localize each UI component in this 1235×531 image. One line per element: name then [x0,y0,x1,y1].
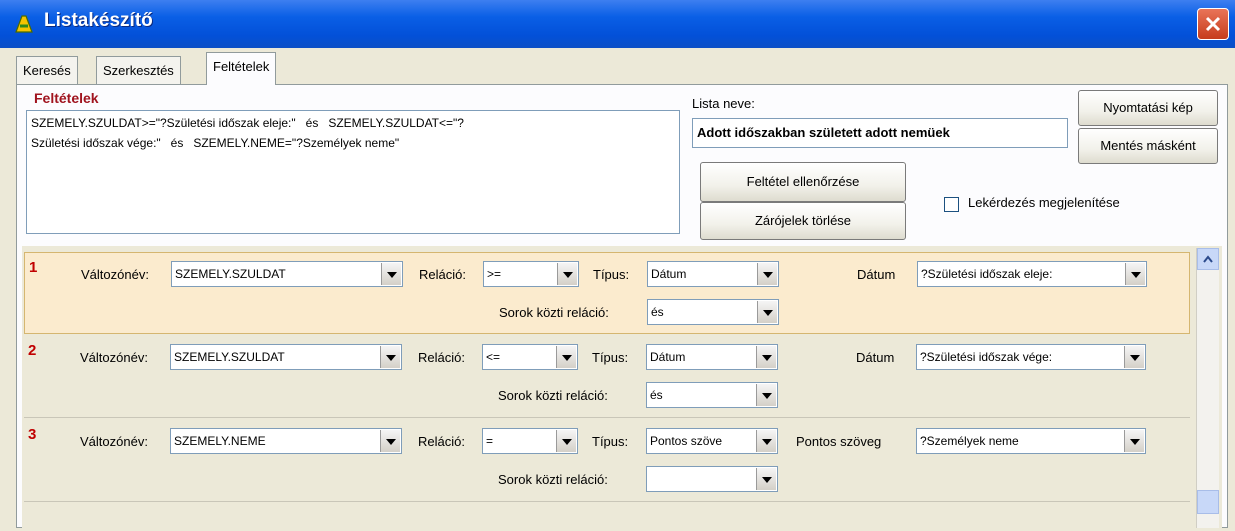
dropdown-arrow-icon[interactable] [1125,263,1145,285]
row-number: 2 [28,342,37,359]
criteria-textarea[interactable]: SZEMELY.SZULDAT>="?Születési időszak ele… [26,110,680,234]
dropdown-arrow-icon[interactable] [757,301,777,323]
close-button[interactable] [1197,8,1229,40]
scroll-up-button[interactable] [1197,248,1219,270]
check-condition-button[interactable]: Feltétel ellenőrzése [700,162,906,202]
dropdown-arrow-icon[interactable] [1124,346,1144,368]
row-relation-combo[interactable]: és [647,299,779,325]
value-combo[interactable]: ?Születési időszak eleje: [917,261,1147,287]
relation-combo[interactable]: >= [483,261,579,287]
dropdown-arrow-icon[interactable] [756,430,776,452]
list-builder-window: Listakészítő Keresés Szerkesztés Feltéte… [0,0,1235,531]
value-text: ?Személyek neme [920,434,1019,448]
value-label: Pontos szöveg [796,434,882,449]
tab-search[interactable]: Keresés [16,56,78,84]
row-relation-combo[interactable] [646,466,778,492]
vertical-scrollbar[interactable] [1196,248,1219,528]
type-combo[interactable]: Pontos szöve [646,428,778,454]
dropdown-arrow-icon[interactable] [380,430,400,452]
window-title: Listakészítő [44,10,153,31]
app-icon [15,15,33,33]
print-preview-button[interactable]: Nyomtatási kép [1078,90,1218,126]
relation-value: = [486,434,494,448]
tab-conditions[interactable]: Feltételek [206,52,277,85]
conditions-group-title: Feltételek [32,90,101,106]
type-combo[interactable]: Dátum [646,344,778,370]
variable-value: SZEMELY.SZULDAT [174,350,285,364]
relation-label: Reláció: [418,434,465,449]
row-relation-label: Sorok közti reláció: [498,472,608,487]
value-combo[interactable]: ?Születési időszak vége: [916,344,1146,370]
dropdown-arrow-icon[interactable] [557,263,577,285]
tab-edit[interactable]: Szerkesztés [96,56,181,84]
type-value: Pontos szöve [650,434,723,448]
row-relation-value: és [650,388,663,402]
type-value: Dátum [651,267,687,281]
tab-search-label: Keresés [23,63,71,78]
condition-row-1: 1 Változónév: SZEMELY.SZULDAT Reláció: >… [24,252,1190,334]
dropdown-arrow-icon[interactable] [556,346,576,368]
dropdown-arrow-icon[interactable] [756,384,776,406]
row-relation-value: és [651,305,664,319]
dropdown-arrow-icon[interactable] [756,468,776,490]
type-label: Típus: [592,350,629,365]
show-query-checkbox[interactable] [944,197,959,212]
dropdown-arrow-icon[interactable] [1124,430,1144,452]
condition-row-2: 2 Változónév: SZEMELY.SZULDAT Reláció: <… [24,336,1190,418]
variable-combo[interactable]: SZEMELY.NEME [170,428,402,454]
dropdown-arrow-icon[interactable] [381,263,401,285]
variable-combo[interactable]: SZEMELY.SZULDAT [171,261,403,287]
list-name-input[interactable]: Adott időszakban született adott nemüek [692,118,1068,148]
value-text: ?Születési időszak vége: [920,350,1053,364]
title-bar[interactable]: Listakészítő [0,0,1235,48]
relation-label: Reláció: [419,267,466,282]
value-combo[interactable]: ?Személyek neme [916,428,1146,454]
relation-value: >= [487,267,502,281]
dropdown-arrow-icon[interactable] [757,263,777,285]
show-query-label: Lekérdezés megjelenítése [968,195,1120,210]
dropdown-arrow-icon[interactable] [380,346,400,368]
row-relation-combo[interactable]: és [646,382,778,408]
relation-value: <= [486,350,501,364]
row-relation-label: Sorok közti reláció: [498,388,608,403]
type-label: Típus: [593,267,630,282]
tab-edit-label: Szerkesztés [103,63,174,78]
variable-value: SZEMELY.NEME [174,434,266,448]
tab-conditions-label: Feltételek [213,59,270,74]
relation-combo[interactable]: = [482,428,578,454]
value-label: Dátum [857,267,896,282]
row-number: 3 [28,426,37,443]
type-label: Típus: [592,434,629,449]
close-icon [1205,16,1221,32]
chevron-up-icon [1203,255,1213,263]
row-relation-label: Sorok közti reláció: [499,305,609,320]
type-combo[interactable]: Dátum [647,261,779,287]
type-value: Dátum [650,350,686,364]
save-as-button[interactable]: Mentés másként [1078,128,1218,164]
relation-combo[interactable]: <= [482,344,578,370]
variable-value: SZEMELY.SZULDAT [175,267,286,281]
clear-brackets-button[interactable]: Zárójelek törlése [700,202,906,240]
list-name-label: Lista neve: [692,96,755,111]
variable-combo[interactable]: SZEMELY.SZULDAT [170,344,402,370]
condition-row-3: 3 Változónév: SZEMELY.NEME Reláció: = Tí… [24,420,1190,502]
variable-label: Változónév: [80,350,148,365]
variable-label: Változónév: [81,267,149,282]
scroll-thumb[interactable] [1197,490,1219,514]
dropdown-arrow-icon[interactable] [756,346,776,368]
relation-label: Reláció: [418,350,465,365]
value-text: ?Születési időszak eleje: [921,267,1053,281]
variable-label: Változónév: [80,434,148,449]
dropdown-arrow-icon[interactable] [556,430,576,452]
row-number: 1 [29,259,38,276]
value-label: Dátum [856,350,895,365]
